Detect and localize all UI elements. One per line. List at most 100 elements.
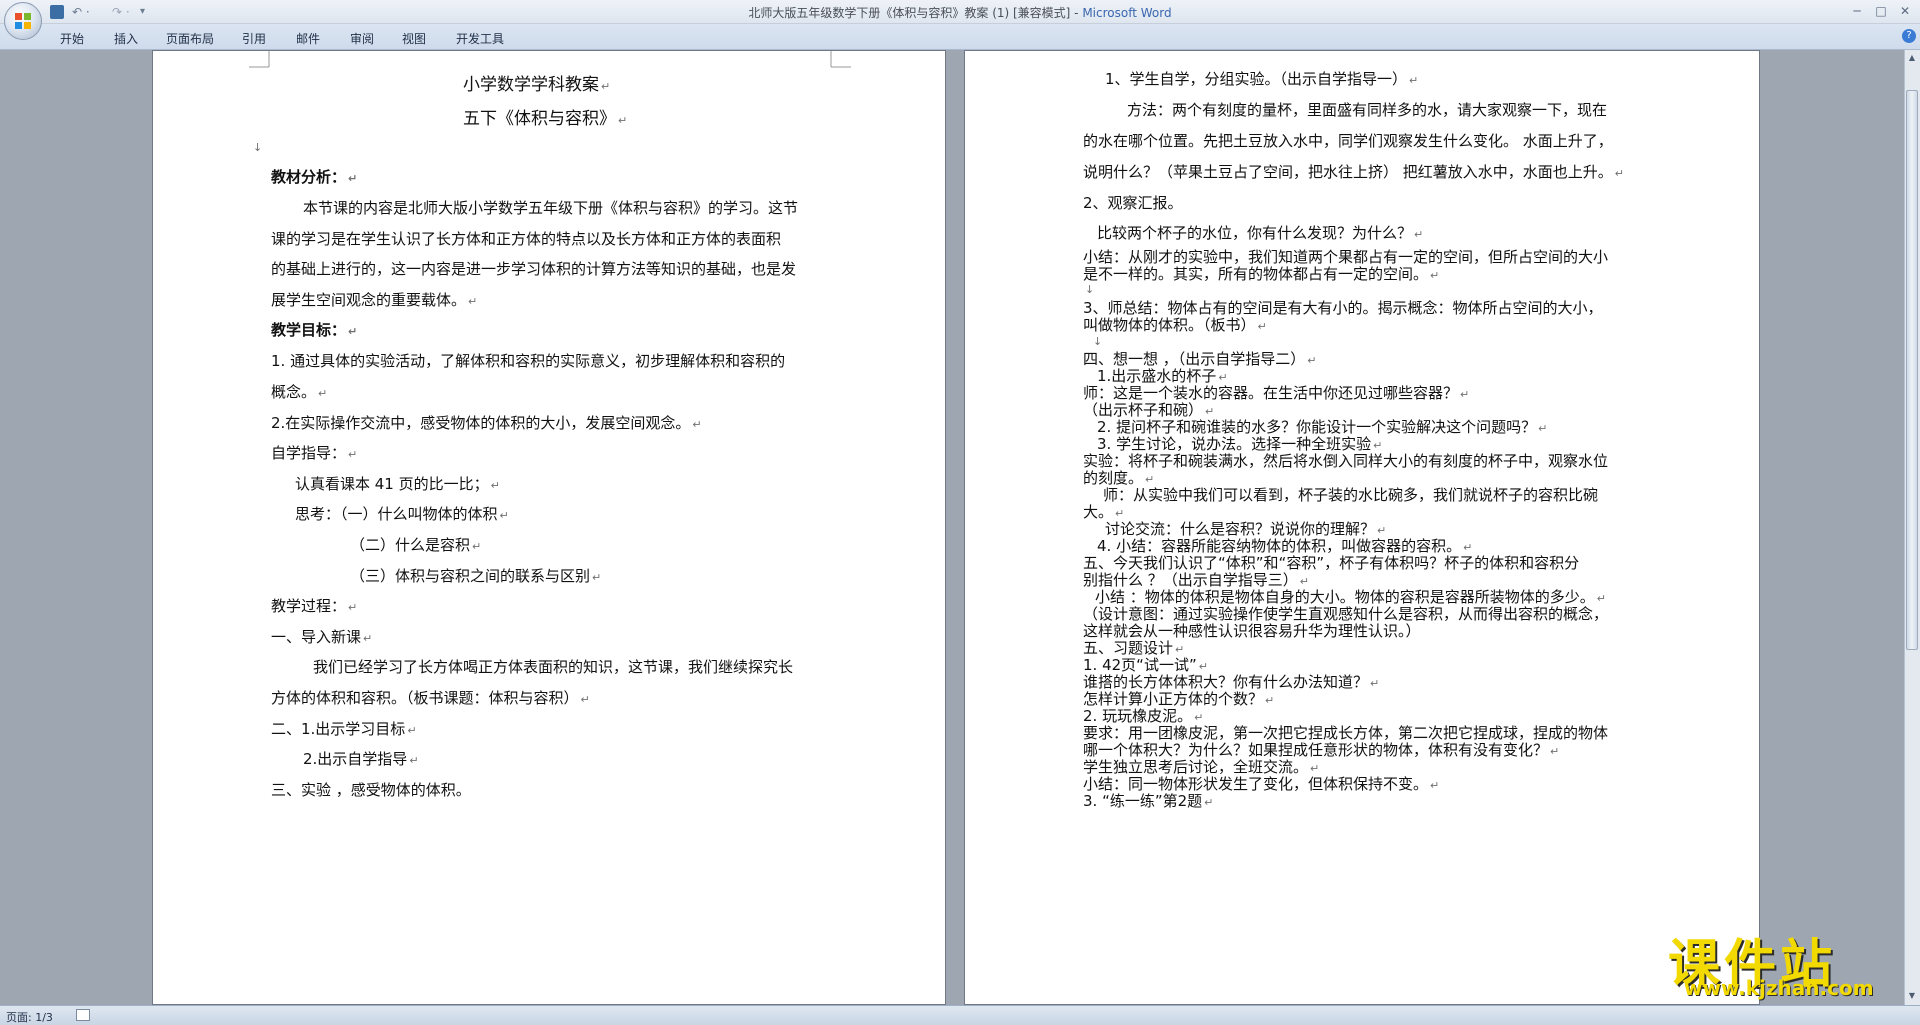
- page1-line: 教学目标： ↵: [271, 321, 358, 339]
- page1-line: 我们已经学习了长方体喝正方体表面积的知识，这节课，我们继续探究长: [313, 658, 794, 676]
- page1-line: 思考：（一）什么叫物体的体积 ↵: [295, 505, 509, 523]
- tab-references[interactable]: 引用: [242, 30, 266, 47]
- paragraph-mark-icon: ↓: [1085, 283, 1095, 296]
- paragraph-mark-icon: ↵: [1204, 796, 1214, 809]
- maximize-icon[interactable]: □: [1870, 2, 1892, 20]
- paragraph-mark-icon: ↵: [601, 80, 611, 93]
- app-name: Microsoft Word: [1082, 6, 1172, 20]
- paragraph-mark-icon: ↵: [1265, 694, 1275, 707]
- paragraph-mark-icon: ↵: [318, 387, 328, 400]
- tab-home[interactable]: 开始: [60, 30, 84, 47]
- paragraph-mark-icon: ↵: [409, 754, 419, 767]
- paragraph-mark-icon: ↵: [1409, 74, 1419, 87]
- page1-line: （三）体积与容积之间的联系与区别 ↵: [350, 567, 602, 585]
- page-2[interactable]: 1、学生自学，分组实验。（出示自学指导一） ↵ 方法：两个有刻度的量杯，里面盛有同样…: [964, 50, 1760, 1005]
- page1-line: 教材分析： ↵: [271, 168, 358, 186]
- page2-line: 师：从实验中我们可以看到，杯子装的水比碗多，我们就说杯子的容积比碗: [1103, 486, 1599, 504]
- page1-line: 小学数学学科教案 ↵: [463, 75, 611, 95]
- page2-line: 是不一样的。其实，所有的物体都占有一定的空间。 ↵: [1083, 265, 1440, 283]
- scroll-up-icon[interactable]: ▲: [1906, 52, 1918, 64]
- page1-line: 概念。 ↵: [271, 383, 328, 401]
- paragraph-mark-icon: ↵: [348, 172, 358, 185]
- page1-line: 1. 通过具体的实验活动，了解体积和容积的实际意义，初步理解体积和容积的: [271, 352, 786, 370]
- page1-line: 五下《体积与容积》 ↵: [463, 109, 628, 129]
- paragraph-mark-icon: ↵: [1414, 228, 1424, 241]
- page-1[interactable]: 小学数学学科教案 ↵ 五下《体积与容积》 ↵ ↓ 教材分析： ↵ 本节课的内容是北师大版小学数…: [152, 50, 946, 1005]
- paragraph-mark-icon: ↵: [348, 601, 358, 614]
- paragraph-mark-icon: ↵: [407, 724, 417, 737]
- page1-line: 2.在实际操作交流中，感受物体的体积的大小，发展空间观念。 ↵: [271, 414, 702, 432]
- paragraph-mark-icon: ↵: [592, 571, 602, 584]
- paragraph-mark-icon: ↵: [692, 418, 702, 431]
- page2-line: 方法：两个有刻度的量杯，里面盛有同样多的水，请大家观察一下，现在: [1127, 101, 1608, 119]
- page2-line: 3. “练一练”第2题 ↵: [1083, 792, 1214, 810]
- paragraph-mark-icon: ↵: [1370, 677, 1380, 690]
- page2-line: 的水在哪个位置。先把土豆放入水中，同学们观察发生什么变化。 水面上升了，: [1083, 132, 1613, 150]
- paragraph-mark-icon: ↵: [618, 114, 628, 127]
- page2-line: 1、学生自学，分组实验。（出示自学指导一） ↵: [1105, 70, 1419, 88]
- page2-line: ↓: [1083, 279, 1094, 297]
- proofing-icon[interactable]: [76, 1009, 90, 1021]
- page1-line: 本节课的内容是北师大版小学数学五年级下册《体积与容积》的学习。这节: [303, 199, 799, 217]
- paragraph-mark-icon: ↵: [1430, 779, 1440, 792]
- page1-line: 方体的体积和容积。（板书课题：体积与容积） ↵: [271, 689, 590, 707]
- page1-line: 展学生空间观念的重要载体。 ↵: [271, 291, 478, 309]
- paragraph-mark-icon: ↵: [363, 632, 373, 645]
- window-title: 北师大版五年级数学下册《体积与容积》教案 (1) [兼容模式] - Micros…: [0, 4, 1920, 21]
- document-area: 小学数学学科教案 ↵ 五下《体积与容积》 ↵ ↓ 教材分析： ↵ 本节课的内容是北师大版小学数…: [0, 50, 1904, 1005]
- page1-line: 三、实验 ，感受物体的体积。: [271, 781, 471, 799]
- tab-view[interactable]: 视图: [402, 30, 426, 47]
- office-logo-icon: [15, 13, 31, 29]
- paragraph-mark-icon: ↵: [1538, 422, 1548, 435]
- page1-line: 一、导入新课 ↵: [271, 628, 373, 646]
- page1-line: 课的学习是在学生认识了长方体和正方体的特点以及长方体和正方体的表面积: [271, 230, 782, 248]
- paragraph-mark-icon: ↓: [253, 141, 263, 154]
- page2-line: 实验：将杯子和碗装满水，然后将水倒入同样大小的有刻度的杯子中，观察水位: [1083, 452, 1609, 470]
- paragraph-mark-icon: ↓: [1093, 335, 1103, 348]
- paragraph-mark-icon: ↵: [472, 540, 482, 553]
- paragraph-mark-icon: ↵: [1307, 354, 1317, 367]
- paragraph-mark-icon: ↵: [490, 479, 500, 492]
- page1-line: 认真看课本 41 页的比一比； ↵: [295, 475, 500, 493]
- crop-mark-icon: [249, 51, 270, 68]
- paragraph-mark-icon: ↵: [1614, 167, 1624, 180]
- paragraph-mark-icon: ↵: [1257, 320, 1267, 333]
- watermark-url: www.kjzhan.com: [1684, 976, 1874, 1000]
- page1-line: 自学指导： ↵: [271, 444, 358, 462]
- paragraph-mark-icon: ↵: [1550, 745, 1560, 758]
- paragraph-mark-icon: ↵: [1460, 388, 1470, 401]
- page2-line: ↓: [1091, 331, 1102, 349]
- document-title: 北师大版五年级数学下册《体积与容积》教案 (1) [兼容模式] -: [748, 6, 1083, 20]
- scroll-thumb[interactable]: [1906, 90, 1918, 650]
- office-button[interactable]: [4, 2, 42, 40]
- page1-line: 的基础上进行的，这一内容是进一步学习体积的计算方法等知识的基础，也是发: [271, 260, 797, 278]
- page2-line: 说明什么？（苹果土豆占了空间，把水往上挤） 把红薯放入水中，水面也上升。 ↵: [1083, 163, 1624, 181]
- title-bar: ↶ · ↷ · ▾ 北师大版五年级数学下册《体积与容积》教案 (1) [兼容模式…: [0, 0, 1920, 24]
- close-icon[interactable]: ✕: [1894, 2, 1916, 20]
- paragraph-mark-icon: ↵: [348, 448, 358, 461]
- page2-line: 叫做物体的体积。（板书） ↵: [1083, 316, 1267, 334]
- paragraph-mark-icon: ↵: [580, 693, 590, 706]
- page2-line: 比较两个杯子的水位，你有什么发现？为什么？ ↵: [1097, 224, 1424, 242]
- page2-line: 2、观察汇报。: [1083, 194, 1183, 212]
- tab-review[interactable]: 审阅: [350, 30, 374, 47]
- page1-line: ↓: [251, 137, 262, 155]
- crop-mark-icon: [830, 51, 851, 68]
- page1-line: 教学过程： ↵: [271, 597, 358, 615]
- tab-mailings[interactable]: 邮件: [296, 30, 320, 47]
- paragraph-mark-icon: ↵: [468, 295, 478, 308]
- page1-line: 2.出示自学指导 ↵: [303, 750, 419, 768]
- paragraph-mark-icon: ↵: [348, 325, 358, 338]
- tab-page-layout[interactable]: 页面布局: [166, 30, 214, 47]
- page-count[interactable]: 页面: 1/3: [6, 1009, 53, 1025]
- paragraph-mark-icon: ↵: [1430, 269, 1440, 282]
- scroll-down-icon[interactable]: ▼: [1906, 990, 1918, 1002]
- paragraph-mark-icon: ↵: [499, 509, 509, 522]
- page1-line: 二、1.出示学习目标 ↵: [271, 720, 417, 738]
- page1-line: （二）什么是容积 ↵: [350, 536, 482, 554]
- help-icon[interactable]: ?: [1902, 29, 1916, 43]
- tab-developer[interactable]: 开发工具: [456, 30, 504, 47]
- tab-insert[interactable]: 插入: [114, 30, 138, 47]
- minimize-icon[interactable]: ─: [1846, 2, 1868, 20]
- ribbon-tab-bar: 开始 插入 页面布局 引用 邮件 审阅 视图 开发工具 ?: [0, 24, 1920, 50]
